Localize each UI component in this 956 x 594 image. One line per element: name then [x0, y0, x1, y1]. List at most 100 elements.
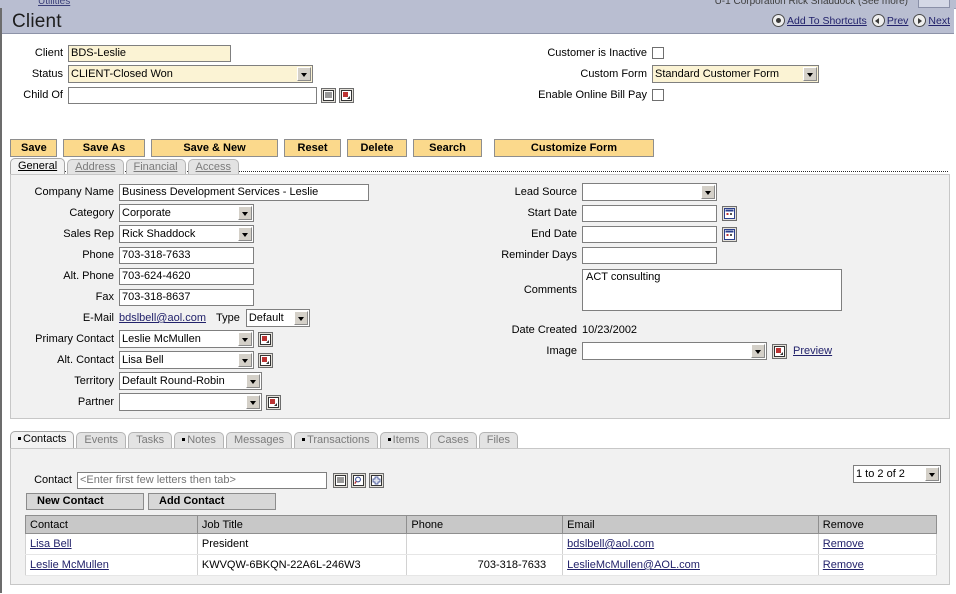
pagination-select[interactable]: 1 to 2 of 2 [853, 465, 941, 483]
chevron-down-icon[interactable] [293, 311, 308, 325]
chevron-down-icon[interactable] [246, 395, 260, 409]
primary-contact-select[interactable]: Leslie McMullen [119, 330, 254, 348]
subtab-events[interactable]: Events [76, 432, 127, 448]
tab-general[interactable]: General [10, 158, 66, 175]
prev-group[interactable]: Prev [871, 14, 909, 27]
client-input[interactable] [68, 44, 231, 62]
tab-financial[interactable]: Financial [125, 159, 186, 175]
tab-access[interactable]: Access [187, 159, 239, 175]
alt-contact-select[interactable]: Lisa Bell [119, 351, 254, 369]
next-group[interactable]: Next [913, 14, 950, 27]
column-header-remove[interactable]: Remove [817, 515, 938, 534]
primary-contact-value: Leslie McMullen [122, 333, 201, 345]
subtab-contacts-label: Contacts [23, 433, 67, 445]
chrome-window-button[interactable] [918, 0, 950, 8]
add-contact-button[interactable]: Add Contact [148, 493, 276, 510]
new-contact-button[interactable]: New Contact [26, 493, 144, 510]
alt-phone-input[interactable] [119, 267, 254, 285]
contact-search-icon-button[interactable] [351, 472, 366, 488]
lead-source-select[interactable] [582, 183, 717, 201]
online-bill-pay-checkbox[interactable] [652, 89, 664, 101]
column-header-contact[interactable]: Contact [25, 515, 198, 534]
end-date-input[interactable] [582, 225, 717, 243]
column-header-email[interactable]: Email [562, 515, 819, 534]
image-open-icon-button[interactable] [772, 343, 787, 359]
subtab-notes[interactable]: Notes [174, 432, 224, 448]
custom-form-select[interactable]: Standard Customer Form [652, 65, 819, 83]
subtab-transactions[interactable]: Transactions [294, 432, 378, 448]
phone-input[interactable] [119, 246, 254, 264]
contact-name-link[interactable]: Lisa Bell [30, 538, 72, 550]
search-icon [353, 474, 364, 486]
end-date-calendar-icon-button[interactable] [722, 226, 737, 242]
company-name-input[interactable] [119, 183, 369, 201]
table-row[interactable]: Lisa Bell President bdslbell@aol.com Rem… [25, 533, 938, 555]
chevron-down-icon[interactable] [246, 374, 260, 388]
chevron-down-icon[interactable] [701, 185, 715, 199]
delete-button[interactable]: Delete [347, 139, 407, 157]
column-header-phone[interactable]: Phone [406, 515, 564, 534]
chevron-down-icon[interactable] [803, 67, 817, 81]
save-as-button[interactable]: Save As [63, 139, 145, 157]
chevron-down-icon[interactable] [238, 332, 252, 346]
custom-form-label: Custom Form [580, 68, 647, 80]
alt-contact-label: Alt. Contact [57, 354, 114, 366]
image-select[interactable] [582, 342, 767, 360]
company-name-row: Company Name [11, 183, 369, 201]
chevron-down-icon[interactable] [238, 206, 252, 220]
save-and-new-button[interactable]: Save & New [151, 139, 278, 157]
save-button[interactable]: Save [10, 139, 57, 157]
table-row[interactable]: Leslie McMullen KWVQW-6BKQN-22A6L-246W3 … [25, 554, 938, 576]
reminder-days-input[interactable] [582, 246, 717, 264]
email-link[interactable]: bdslbell@aol.com [119, 312, 206, 324]
customize-form-button[interactable]: Customize Form [494, 139, 654, 157]
subtab-cases[interactable]: Cases [429, 432, 477, 448]
alt-contact-open-icon-button[interactable] [258, 352, 273, 368]
add-to-shortcuts-group[interactable]: Add To Shortcuts [772, 14, 867, 27]
contact-list-icon-button[interactable] [333, 472, 348, 488]
customer-inactive-row: Customer is Inactive [442, 44, 664, 62]
email-link[interactable]: bdslbell@aol.com [567, 538, 654, 550]
column-header-job-title[interactable]: Job Title [196, 515, 408, 534]
child-of-input[interactable] [68, 86, 317, 104]
prev-link[interactable]: Prev [887, 15, 909, 27]
customer-inactive-checkbox[interactable] [652, 47, 664, 59]
email-link[interactable]: LeslieMcMullen@AOL.com [567, 559, 700, 571]
sales-rep-select[interactable]: Rick Shaddock [119, 225, 254, 243]
subtab-items-label: Items [392, 434, 420, 446]
chevron-down-icon[interactable] [297, 67, 311, 81]
add-to-shortcuts-link[interactable]: Add To Shortcuts [787, 15, 867, 27]
open-record-icon-button[interactable] [339, 87, 354, 103]
start-date-calendar-icon-button[interactable] [722, 205, 737, 221]
chevron-down-icon[interactable] [751, 344, 765, 358]
chevron-down-icon[interactable] [238, 353, 252, 367]
preview-link[interactable]: Preview [793, 345, 832, 357]
remove-link[interactable]: Remove [823, 538, 864, 550]
chevron-down-icon[interactable] [925, 467, 939, 481]
next-link[interactable]: Next [928, 15, 950, 27]
territory-select[interactable]: Default Round-Robin [119, 372, 262, 390]
partner-select[interactable] [119, 393, 262, 411]
subtab-contacts[interactable]: Contacts [10, 431, 75, 448]
contact-add-icon-button[interactable] [369, 472, 384, 488]
comments-textarea[interactable] [582, 268, 842, 311]
list-icon-button[interactable] [321, 87, 336, 103]
contact-name-link[interactable]: Leslie McMullen [30, 559, 109, 571]
status-select[interactable]: CLIENT-Closed Won [68, 65, 313, 83]
subtab-files[interactable]: Files [478, 432, 518, 448]
email-type-select[interactable]: Default [245, 309, 310, 327]
subtab-tasks[interactable]: Tasks [128, 432, 173, 448]
tab-address[interactable]: Address [67, 159, 124, 175]
partner-open-icon-button[interactable] [266, 394, 281, 410]
category-select[interactable]: Corporate [119, 204, 254, 222]
fax-input[interactable] [119, 288, 254, 306]
search-button[interactable]: Search [413, 139, 482, 157]
remove-link[interactable]: Remove [823, 559, 864, 571]
start-date-input[interactable] [582, 204, 717, 222]
subtab-items[interactable]: Items [379, 432, 428, 448]
primary-contact-open-icon-button[interactable] [258, 331, 273, 347]
subtab-messages[interactable]: Messages [225, 432, 293, 448]
reset-button[interactable]: Reset [284, 139, 341, 157]
chevron-down-icon[interactable] [238, 227, 252, 241]
contact-input[interactable] [77, 471, 327, 489]
